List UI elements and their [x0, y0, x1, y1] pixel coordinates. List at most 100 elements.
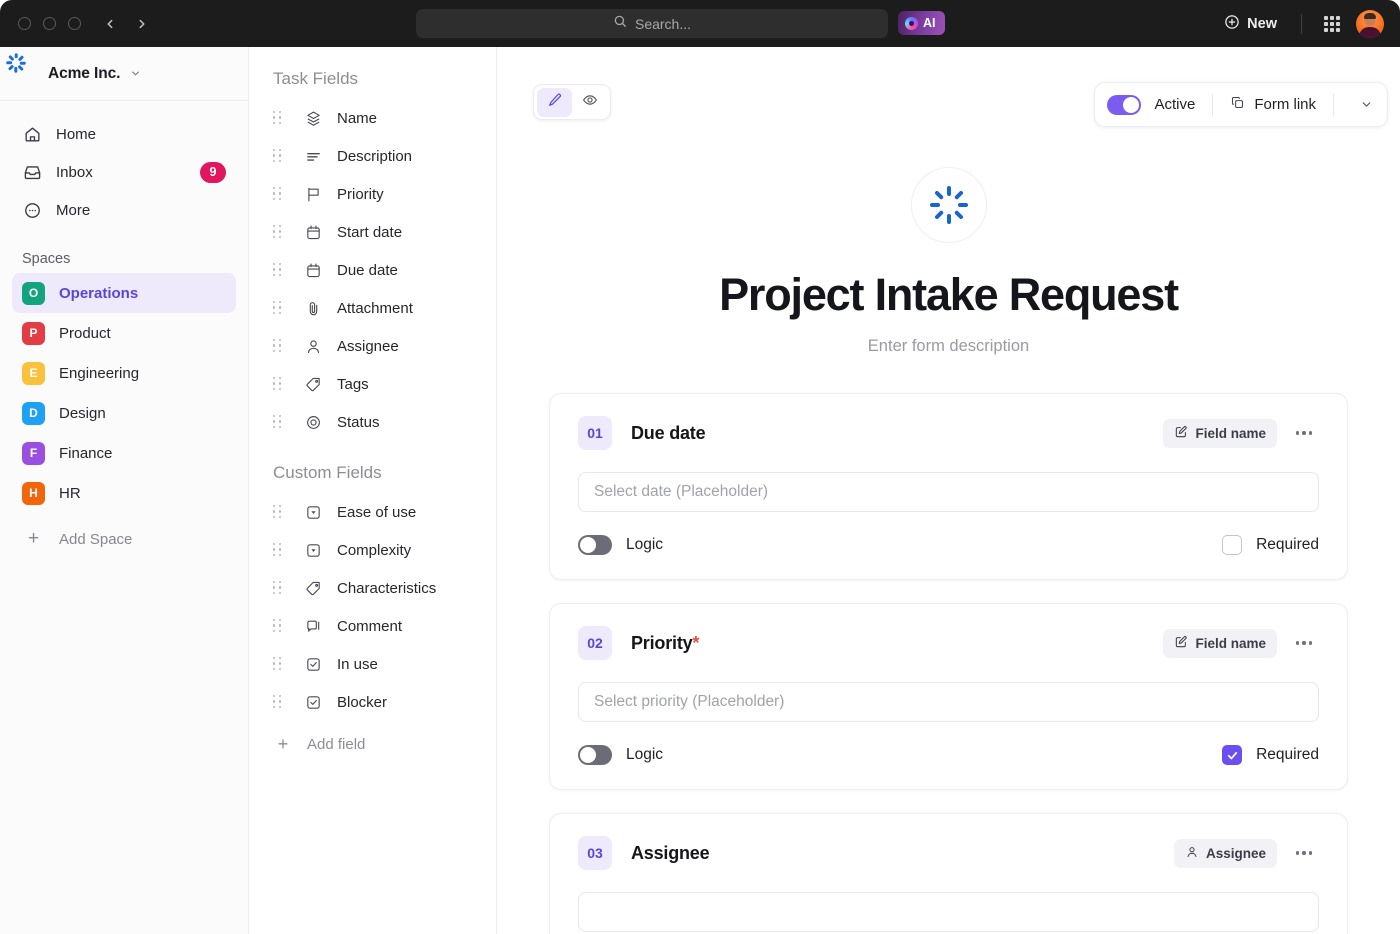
window-close-dot[interactable]: [18, 17, 31, 30]
field-label: Start date: [337, 224, 402, 241]
drag-handle-icon[interactable]: [273, 619, 282, 633]
edit-square-icon: [1174, 635, 1188, 652]
field-item-in-use[interactable]: In use: [249, 645, 496, 683]
sunburst-icon: [929, 185, 969, 225]
new-button[interactable]: New: [1210, 14, 1291, 34]
field-item-assignee[interactable]: Assignee: [249, 327, 496, 365]
ai-button[interactable]: AI: [898, 11, 945, 35]
drag-handle-icon[interactable]: [273, 581, 282, 595]
field-item-status[interactable]: Status: [249, 403, 496, 441]
field-name-chip[interactable]: Field name: [1163, 629, 1277, 658]
drag-handle-icon[interactable]: [273, 149, 282, 163]
drag-handle-icon[interactable]: [273, 187, 282, 201]
back-icon[interactable]: [103, 17, 117, 31]
workspace-switcher[interactable]: Acme Inc.: [0, 47, 248, 101]
field-item-blocker[interactable]: Blocker: [249, 683, 496, 721]
fields-panel: Task Fields Name Description Priority: [249, 47, 497, 934]
window-maximize-dot[interactable]: [68, 17, 81, 30]
chevron-down-icon[interactable]: [1351, 98, 1381, 111]
add-field-button[interactable]: + Add field: [249, 725, 496, 763]
field-item-description[interactable]: Description: [249, 137, 496, 175]
field-item-attachment[interactable]: Attachment: [249, 289, 496, 327]
field-item-characteristics[interactable]: Characteristics: [249, 569, 496, 607]
sidebar-item-home[interactable]: Home: [12, 115, 236, 153]
card-title[interactable]: Due date: [631, 423, 705, 444]
calendar-icon: [303, 262, 323, 279]
chevron-down-icon[interactable]: [130, 68, 141, 79]
drag-handle-icon[interactable]: [273, 657, 282, 671]
page-title[interactable]: Project Intake Request: [497, 269, 1400, 321]
window-minimize-dot[interactable]: [43, 17, 56, 30]
assignee-input[interactable]: [578, 892, 1319, 932]
sidebar-item-inbox[interactable]: Inbox 9: [12, 153, 236, 191]
sidebar-item-more[interactable]: More: [12, 191, 236, 229]
drag-handle-icon[interactable]: [273, 301, 282, 315]
due-date-input[interactable]: Select date (Placeholder): [578, 472, 1319, 512]
drag-handle-icon[interactable]: [273, 377, 282, 391]
field-item-ease-of-use[interactable]: Ease of use: [249, 493, 496, 531]
field-item-tags[interactable]: Tags: [249, 365, 496, 403]
drag-handle-icon[interactable]: [273, 339, 282, 353]
card-number: 02: [578, 626, 612, 660]
titlebar-divider: [1301, 14, 1302, 34]
field-item-due-date[interactable]: Due date: [249, 251, 496, 289]
apps-grid-icon[interactable]: [1324, 16, 1340, 32]
form-link-button[interactable]: Form link: [1230, 95, 1316, 114]
required-checkbox-group[interactable]: Required: [1222, 745, 1319, 765]
sidebar-item-engineering[interactable]: E Engineering: [12, 353, 236, 393]
active-toggle[interactable]: [1107, 95, 1141, 115]
add-space-button[interactable]: + Add Space: [12, 519, 236, 559]
sidebar-item-label: Home: [56, 126, 226, 143]
assignee-chip[interactable]: Assignee: [1174, 839, 1277, 868]
drag-handle-icon[interactable]: [273, 263, 282, 277]
required-checkbox[interactable]: [1222, 745, 1242, 765]
required-label: Required: [1256, 746, 1319, 764]
forward-icon[interactable]: [135, 17, 149, 31]
drag-handle-icon[interactable]: [273, 415, 282, 429]
field-item-name[interactable]: Name: [249, 99, 496, 137]
field-item-start-date[interactable]: Start date: [249, 213, 496, 251]
card-title[interactable]: Priority*: [631, 633, 699, 654]
divider: [1333, 94, 1334, 116]
sidebar-item-hr[interactable]: H HR: [12, 473, 236, 513]
edit-square-icon: [1174, 425, 1188, 442]
card-title[interactable]: Assignee: [631, 843, 709, 864]
logic-toggle[interactable]: [578, 745, 612, 765]
priority-input[interactable]: Select priority (Placeholder): [578, 682, 1319, 722]
drag-handle-icon[interactable]: [273, 695, 282, 709]
required-checkbox-group[interactable]: Required: [1222, 535, 1319, 555]
eye-icon: [582, 92, 598, 113]
space-badge-icon: F: [22, 442, 45, 465]
person-icon: [303, 338, 323, 355]
field-label: Priority: [337, 186, 384, 203]
preview-mode-button[interactable]: [572, 88, 607, 117]
required-checkbox[interactable]: [1222, 535, 1242, 555]
drag-handle-icon[interactable]: [273, 111, 282, 125]
plus-icon: +: [273, 734, 293, 755]
form-description[interactable]: Enter form description: [497, 337, 1400, 356]
field-name-chip[interactable]: Field name: [1163, 419, 1277, 448]
field-item-complexity[interactable]: Complexity: [249, 531, 496, 569]
card-number: 03: [578, 836, 612, 870]
drag-handle-icon[interactable]: [273, 225, 282, 239]
field-label: Characteristics: [337, 580, 436, 597]
drag-handle-icon[interactable]: [273, 505, 282, 519]
sidebar-item-design[interactable]: D Design: [12, 393, 236, 433]
edit-mode-button[interactable]: [537, 88, 572, 117]
field-item-comment[interactable]: Comment: [249, 607, 496, 645]
sidebar-item-product[interactable]: P Product: [12, 313, 236, 353]
form-logo[interactable]: [911, 167, 987, 243]
search-input[interactable]: Search...: [416, 9, 888, 38]
avatar[interactable]: [1356, 10, 1384, 38]
plus-icon: +: [22, 528, 45, 550]
drag-handle-icon[interactable]: [273, 543, 282, 557]
comment-icon: [303, 618, 323, 635]
sidebar-item-operations[interactable]: O Operations: [12, 273, 236, 313]
tag-icon: [303, 580, 323, 597]
card-more-options-icon[interactable]: [1289, 628, 1319, 658]
logic-toggle[interactable]: [578, 535, 612, 555]
sidebar-item-finance[interactable]: F Finance: [12, 433, 236, 473]
card-more-options-icon[interactable]: [1289, 418, 1319, 448]
field-item-priority[interactable]: Priority: [249, 175, 496, 213]
card-more-options-icon[interactable]: [1289, 838, 1319, 868]
